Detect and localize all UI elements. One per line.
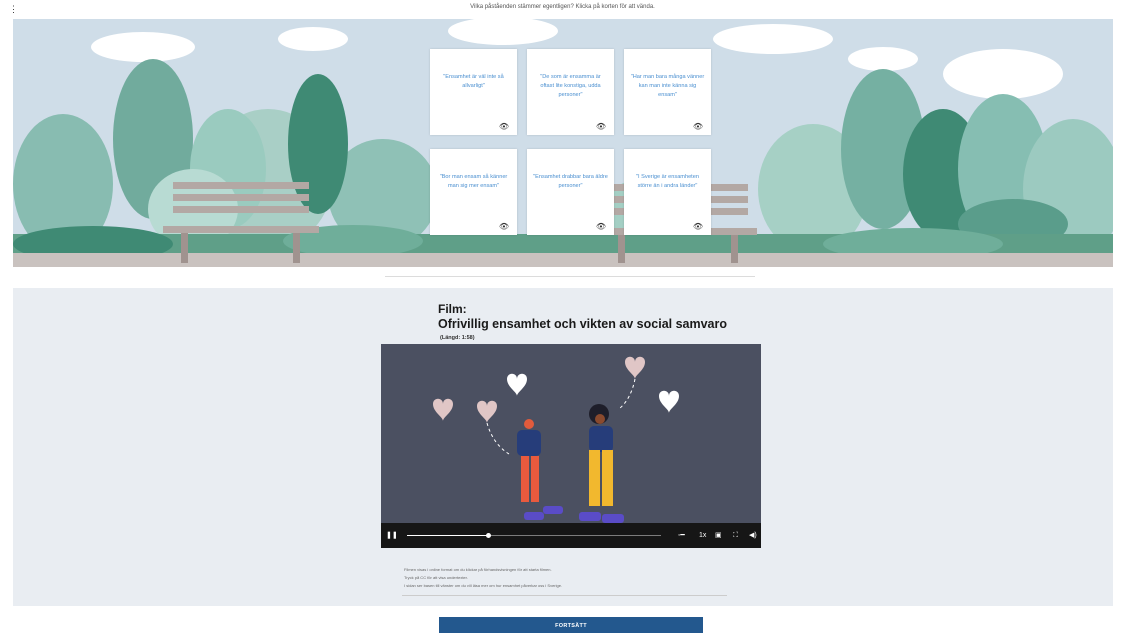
video-progress-bar[interactable] [407, 533, 661, 538]
film-title: Ofrivillig ensamhet och vikten av social… [438, 317, 728, 331]
note-line: Filmen visas i online format om du klick… [404, 567, 552, 572]
flip-eye-icon[interactable]: 👁 [693, 123, 703, 131]
captions-icon[interactable]: ◦━ [678, 523, 685, 548]
film-label: Film: [438, 302, 467, 316]
section-divider [385, 276, 755, 277]
instruction-text: Vilka påståenden stämmer egentligen? Kli… [470, 4, 655, 10]
park-illustration: "Ensamhet är väl inte så allvarligt" 👁 "… [13, 19, 1113, 267]
video-player[interactable]: ❚❚ ◦━ 1x ▣ ⛶ ◀) [381, 344, 761, 548]
card-text: "De som är ensamma är oftast lite konsti… [540, 74, 601, 98]
video-progress-thumb[interactable] [486, 533, 492, 538]
film-section: Film: Ofrivillig ensamhet och vikten av … [13, 288, 1113, 606]
flip-eye-icon[interactable]: 👁 [596, 123, 606, 131]
statement-card[interactable]: "Ensamhet är väl inte så allvarligt" 👁 [430, 49, 517, 135]
statement-card[interactable]: "De som är ensamma är oftast lite konsti… [527, 49, 614, 135]
pause-icon[interactable]: ❚❚ [386, 523, 398, 548]
note-line: Tryck på CC för att visa undertexter. [404, 575, 468, 580]
statement-card[interactable]: "Ensamhet drabbar bara äldre personer" 👁 [527, 149, 614, 235]
flip-eye-icon[interactable]: 👁 [499, 223, 509, 231]
volume-icon[interactable]: ◀) [749, 523, 757, 548]
playback-speed-button[interactable]: 1x [699, 523, 706, 548]
card-text: "Bor man ensam så känner man sig mer ens… [439, 174, 508, 189]
card-text: "Ensamhet drabbar bara äldre personer" [533, 174, 608, 189]
video-progress-fill [407, 535, 489, 536]
statement-card[interactable]: "I Sverige är ensamheten större än i and… [624, 149, 711, 235]
card-text: "I Sverige är ensamheten större än i and… [636, 174, 699, 189]
film-length: (Längd: 1:58) [440, 335, 475, 341]
card-text: "Har man bara många vänner kan man inte … [630, 74, 705, 98]
notes-divider [402, 595, 727, 596]
flip-eye-icon[interactable]: 👁 [596, 223, 606, 231]
video-controls: ❚❚ ◦━ 1x ▣ ⛶ ◀) [381, 523, 761, 548]
video-illustration [433, 356, 679, 523]
film-notes: Filmen visas i online format om du klick… [404, 566, 562, 590]
flip-eye-icon[interactable]: 👁 [693, 223, 703, 231]
statement-card[interactable]: "Har man bara många vänner kan man inte … [624, 49, 711, 135]
note-line: I sidan ser basen till vänster om du vil… [404, 583, 563, 588]
picture-in-picture-icon[interactable]: ▣ [715, 523, 722, 548]
flip-eye-icon[interactable]: 👁 [499, 123, 509, 131]
card-text: "Ensamhet är väl inte så allvarligt" [443, 74, 504, 89]
fullscreen-icon[interactable]: ⛶ [733, 523, 738, 548]
statement-card[interactable]: "Bor man ensam så känner man sig mer ens… [430, 149, 517, 235]
continue-button[interactable]: FORTSÄTT [439, 617, 703, 633]
